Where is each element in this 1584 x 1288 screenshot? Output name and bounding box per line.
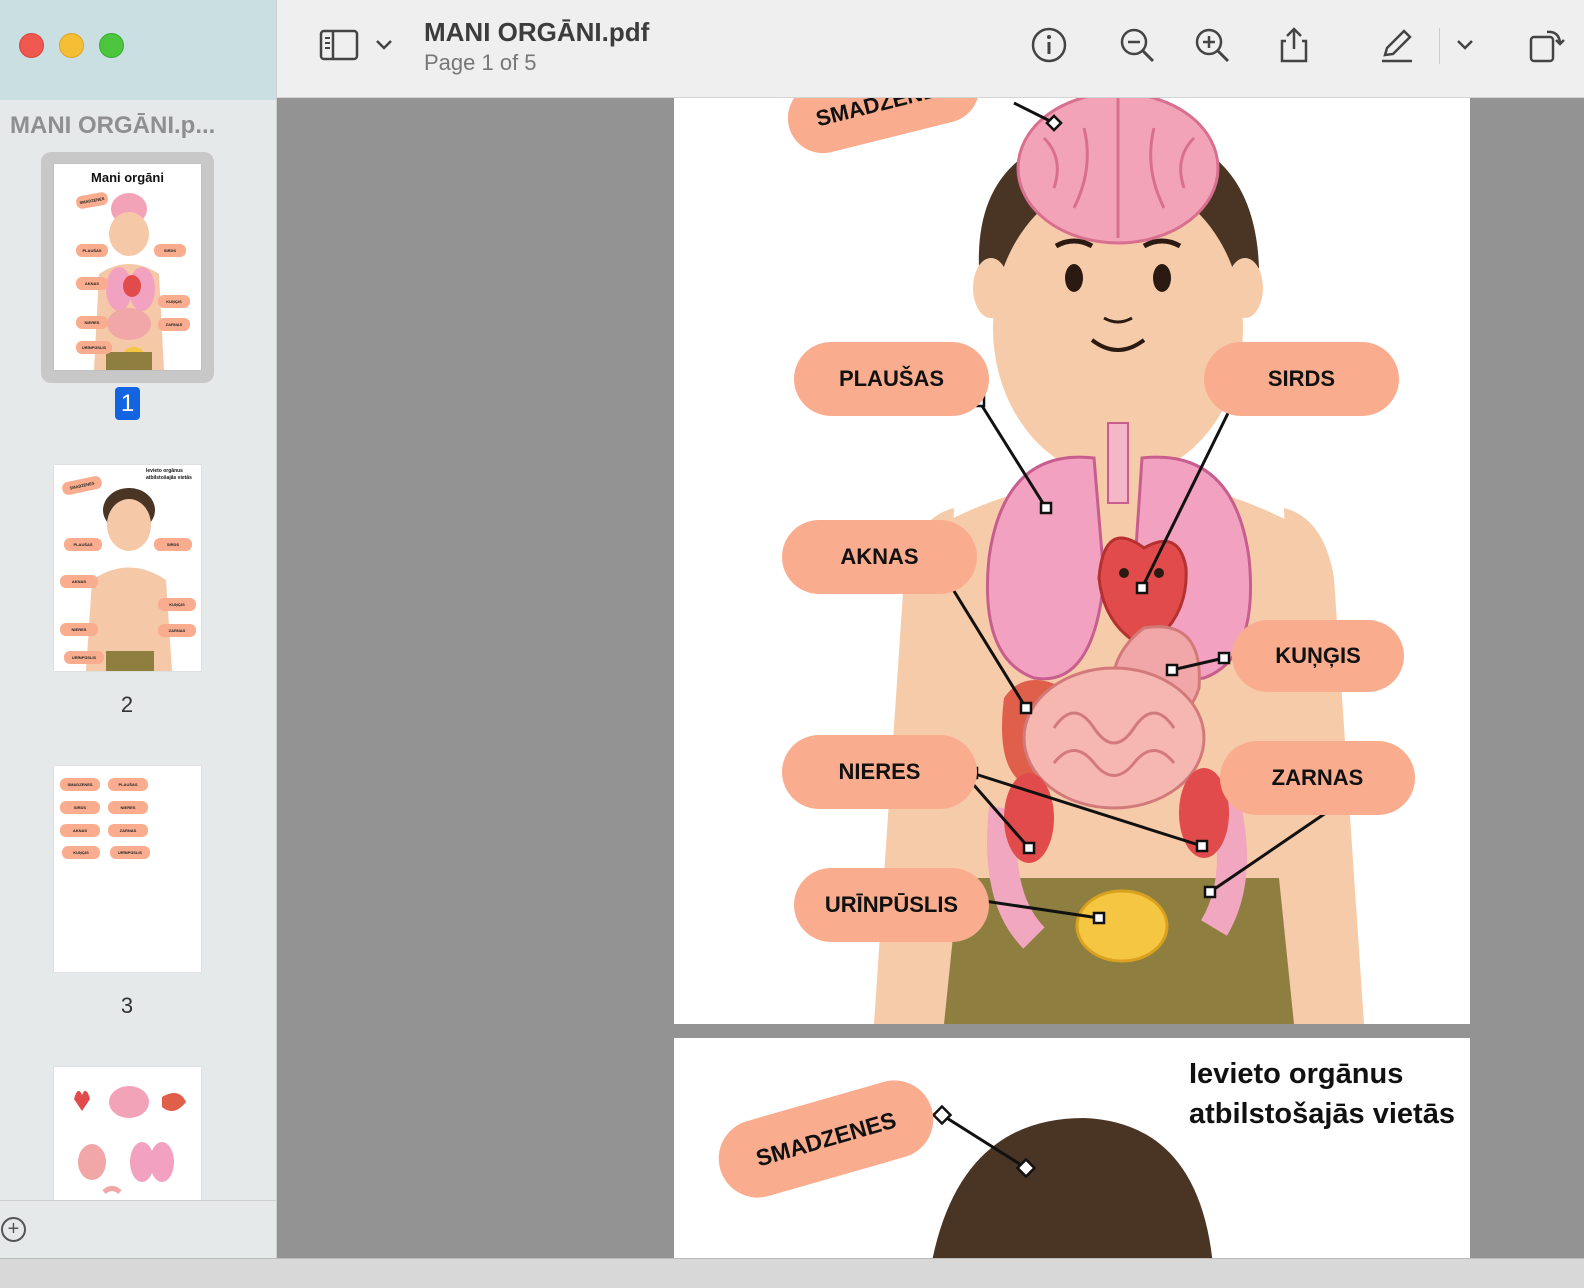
close-window-button[interactable]: [19, 33, 44, 58]
label-kidneys: NIERES: [782, 735, 977, 809]
thumbnail-illustration: [74, 1086, 186, 1194]
thumb3-pill: AKNAS: [60, 824, 100, 837]
pdf-page-1: SMADZENES PLAUŠAS SIRDS AKNAS KUŅĢIS NIE…: [674, 98, 1470, 1024]
toolbar: MANI ORGĀNI.pdf Page 1 of 5: [277, 0, 1584, 98]
zoom-out-icon[interactable]: [1117, 25, 1157, 65]
rotate-icon[interactable]: [1527, 25, 1567, 65]
thumbnail-sidebar: MANI ORGĀNI.p... Mani orgāni SMADZENES P…: [0, 0, 277, 1270]
pdf-page-2: Ievieto orgānus atbilstošajās vietās SMA…: [674, 1038, 1470, 1258]
label-lungs: PLAUŠAS: [794, 342, 989, 416]
document-view[interactable]: SMADZENES PLAUŠAS SIRDS AKNAS KUŅĢIS NIE…: [277, 98, 1584, 1258]
thumbnail-page-number-2: 2: [120, 692, 134, 717]
thumb3-pill: PLAUŠAS: [108, 778, 148, 791]
sidebar-toggle-icon[interactable]: [319, 25, 359, 65]
label-stomach: KUŅĢIS: [1232, 620, 1404, 692]
zoom-window-button[interactable]: [99, 33, 124, 58]
thumbnail-illustration: [86, 488, 172, 671]
toolbar-divider: [1439, 28, 1440, 64]
thumb3-pill: KUŅĢIS: [62, 846, 100, 859]
thumbnail-page-3[interactable]: SMADZENES PLAUŠAS SIRDS NIERES AKNAS ZAR…: [54, 766, 201, 972]
sidebar-document-title: MANI ORGĀNI.p...: [10, 112, 216, 139]
label-heart: SIRDS: [1204, 342, 1399, 416]
chevron-down-icon[interactable]: [372, 25, 396, 65]
document-title: MANI ORGĀNI.pdf: [424, 17, 650, 47]
thumb3-pill: ZARNAS: [108, 824, 148, 837]
label-intestines: ZARNAS: [1220, 741, 1415, 815]
add-icon[interactable]: +: [1, 1217, 26, 1242]
info-icon[interactable]: [1029, 25, 1069, 65]
markup-pen-icon[interactable]: [1377, 25, 1417, 65]
zoom-in-icon[interactable]: [1192, 25, 1232, 65]
label-liver: AKNAS: [782, 520, 977, 594]
thumbnail-page-number-3: 3: [120, 993, 134, 1018]
thumbnail-page-2[interactable]: Ievieto orgānus atbilstošajās vietās SMA…: [54, 465, 201, 671]
thumb3-pill: SMADZENES: [60, 778, 100, 791]
chevron-down-icon[interactable]: [1453, 25, 1477, 65]
share-icon[interactable]: [1274, 25, 1314, 65]
thumbnail-page-number-1: 1: [115, 387, 140, 420]
thumbnail-page-1[interactable]: Mani orgāni SMADZENES PLAUŠAS SIRDS AKNA…: [54, 164, 201, 370]
thumb3-pill: NIERES: [108, 801, 148, 814]
thumb3-pill: SIRDS: [60, 801, 100, 814]
thumb3-pill: URĪNPŪSLIS: [110, 846, 150, 859]
background-strip: [0, 1258, 1584, 1288]
page-indicator: Page 1 of 5: [424, 50, 537, 75]
thumbnail-page-4[interactable]: [54, 1067, 201, 1207]
thumbnail-illustration: [94, 193, 164, 370]
minimize-window-button[interactable]: [59, 33, 84, 58]
label-bladder: URĪNPŪSLIS: [794, 868, 989, 942]
